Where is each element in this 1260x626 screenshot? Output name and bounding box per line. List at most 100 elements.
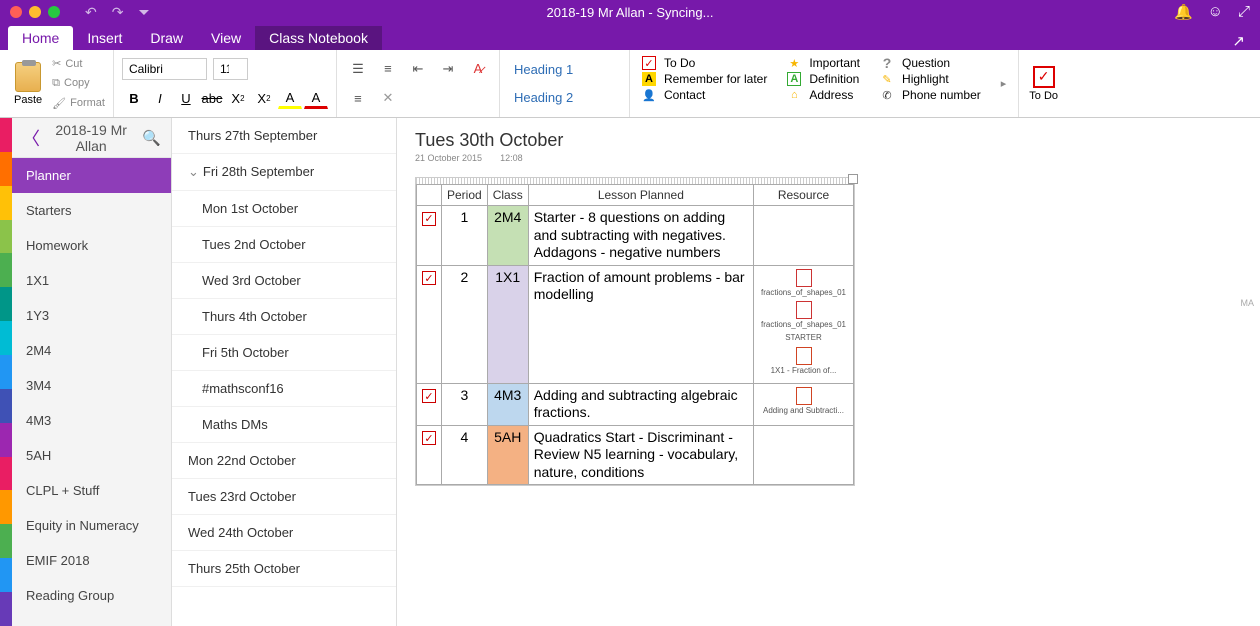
tab-draw[interactable]: Draw xyxy=(136,26,197,50)
page-item[interactable]: Wed 24th October xyxy=(172,515,396,551)
tag-contact[interactable]: 👤Contact xyxy=(642,88,767,102)
page-item[interactable]: Thurs 27th September xyxy=(172,118,396,154)
cut-button[interactable]: ✂Cut xyxy=(52,57,105,70)
note-canvas[interactable]: Tues 30th October 21 October 2015 12:08 … xyxy=(397,118,1260,626)
account-icon[interactable]: ☺ xyxy=(1208,3,1223,21)
bullets-button[interactable]: ☰ xyxy=(345,58,371,80)
resource-cell[interactable]: Adding and Subtracti... xyxy=(754,383,854,425)
outdent-button[interactable]: ⇤ xyxy=(405,58,431,80)
page-item[interactable]: Wed 3rd October xyxy=(172,263,396,299)
section-homework[interactable]: Homework xyxy=(12,228,171,263)
superscript-button[interactable]: X2 xyxy=(252,87,276,109)
lesson-cell[interactable]: Starter - 8 questions on adding and subt… xyxy=(528,206,753,266)
delete-button[interactable]: ✕ xyxy=(375,87,401,109)
section-reading-group[interactable]: Reading Group xyxy=(12,578,171,613)
share-icon[interactable]: ↗ xyxy=(1232,32,1245,50)
qat-menu-icon[interactable]: ⏷ xyxy=(138,4,149,21)
font-name-select[interactable] xyxy=(122,58,207,80)
tab-view[interactable]: View xyxy=(197,26,255,50)
subscript-button[interactable]: X2 xyxy=(226,87,250,109)
tab-home[interactable]: Home xyxy=(8,26,73,50)
minimize-window[interactable] xyxy=(29,6,41,18)
section-starters[interactable]: Starters xyxy=(12,193,171,228)
page-item[interactable]: Maths DMs xyxy=(172,407,396,443)
align-button[interactable]: ≡ xyxy=(345,87,371,109)
copy-button[interactable]: ⧉Copy xyxy=(52,77,105,90)
lesson-cell[interactable]: Quadratics Start - Discriminant - Review… xyxy=(528,425,753,485)
notifications-icon[interactable]: 🔔 xyxy=(1174,3,1193,21)
fullscreen-icon[interactable]: ⤢ xyxy=(1238,3,1250,21)
tag-important[interactable]: ★Important xyxy=(787,56,860,70)
clear-format-button[interactable]: A̷ xyxy=(465,58,491,80)
tags-more-icon[interactable]: ▸ xyxy=(1001,56,1007,111)
back-icon[interactable]: 〈 xyxy=(22,125,40,151)
resource-cell[interactable] xyxy=(754,206,854,266)
bold-button[interactable]: B xyxy=(122,87,146,109)
italic-button[interactable]: I xyxy=(148,87,172,109)
search-icon[interactable]: 🔍 xyxy=(142,129,161,147)
section-4m3[interactable]: 4M3 xyxy=(12,403,171,438)
numbering-button[interactable]: ≡ xyxy=(375,58,401,80)
planner-table[interactable]: Period Class Lesson Planned Resource ✓12… xyxy=(416,184,854,485)
page-item[interactable]: Thurs 25th October xyxy=(172,551,396,587)
section-3m4[interactable]: 3M4 xyxy=(12,368,171,403)
tag-to-do[interactable]: ✓To Do xyxy=(642,56,767,70)
section-clpl-stuff[interactable]: CLPL + Stuff xyxy=(12,473,171,508)
tag-remember-for-later[interactable]: ARemember for later xyxy=(642,72,767,86)
section-1y3[interactable]: 1Y3 xyxy=(12,298,171,333)
todo-checkbox[interactable]: ✓ xyxy=(422,389,436,403)
tag-phone-number[interactable]: ✆Phone number xyxy=(880,88,981,102)
page-item[interactable]: #mathsconf16 xyxy=(172,371,396,407)
page-item[interactable]: Mon 1st October xyxy=(172,191,396,227)
file-attachment[interactable]: Adding and Subtracti... xyxy=(759,387,848,416)
notebook-title[interactable]: 2018-19 Mr Allan xyxy=(40,122,142,154)
section-2m4[interactable]: 2M4 xyxy=(12,333,171,368)
zoom-window[interactable] xyxy=(48,6,60,18)
resource-cell[interactable]: fractions_of_shapes_01 fractions_of_shape… xyxy=(754,265,854,383)
page-item[interactable]: Tues 23rd October xyxy=(172,479,396,515)
todo-checkbox[interactable]: ✓ xyxy=(422,212,436,226)
format-painter-button[interactable]: 🖌Format xyxy=(52,97,105,110)
tag-question[interactable]: ?Question xyxy=(880,56,981,70)
highlight-button[interactable]: A xyxy=(278,87,302,109)
file-attachment[interactable]: 1X1 - Fraction of... xyxy=(759,347,848,376)
indent-button[interactable]: ⇥ xyxy=(435,58,461,80)
section-1x1[interactable]: 1X1 xyxy=(12,263,171,298)
undo-icon[interactable]: ↶ xyxy=(85,4,97,21)
resource-cell[interactable] xyxy=(754,425,854,485)
close-window[interactable] xyxy=(10,6,22,18)
table-row[interactable]: ✓45AHQuadratics Start - Discriminant - R… xyxy=(417,425,854,485)
strikethrough-button[interactable]: abc xyxy=(200,87,224,109)
tag-definition[interactable]: ADefinition xyxy=(787,72,860,86)
table-row[interactable]: ✓34M3Adding and subtracting algebraic fr… xyxy=(417,383,854,425)
style-heading1[interactable]: Heading 1 xyxy=(514,62,615,77)
tag-address[interactable]: ⌂Address xyxy=(787,88,860,102)
page-item[interactable]: Tues 2nd October xyxy=(172,227,396,263)
todo-checkbox[interactable]: ✓ xyxy=(422,431,436,445)
page-title[interactable]: Tues 30th October xyxy=(415,130,1242,151)
section-5ah[interactable]: 5AH xyxy=(12,438,171,473)
todo-checkbox-icon[interactable]: ✓ xyxy=(1033,66,1055,88)
paste-button[interactable]: Paste xyxy=(8,54,48,113)
page-item[interactable]: Mon 22nd October xyxy=(172,443,396,479)
todo-checkbox[interactable]: ✓ xyxy=(422,271,436,285)
table-row[interactable]: ✓12M4Starter - 8 questions on adding and… xyxy=(417,206,854,266)
lesson-cell[interactable]: Fraction of amount problems - bar modell… xyxy=(528,265,753,383)
note-container[interactable]: Period Class Lesson Planned Resource ✓12… xyxy=(415,177,855,486)
style-heading2[interactable]: Heading 2 xyxy=(514,90,615,105)
tag-highlight[interactable]: ✎Highlight xyxy=(880,72,981,86)
lesson-cell[interactable]: Adding and subtracting algebraic fractio… xyxy=(528,383,753,425)
section-equity-in-numeracy[interactable]: Equity in Numeracy xyxy=(12,508,171,543)
font-color-button[interactable]: A xyxy=(304,87,328,109)
font-size-select[interactable] xyxy=(213,58,248,80)
section-emif-2018[interactable]: EMIF 2018 xyxy=(12,543,171,578)
page-item[interactable]: Fri 5th October xyxy=(172,335,396,371)
tab-insert[interactable]: Insert xyxy=(73,26,136,50)
file-attachment[interactable]: fractions_of_shapes_01 xyxy=(759,301,848,330)
file-attachment[interactable]: fractions_of_shapes_01 xyxy=(759,269,848,298)
table-row[interactable]: ✓21X1Fraction of amount problems - bar m… xyxy=(417,265,854,383)
tab-class-notebook[interactable]: Class Notebook xyxy=(255,26,382,50)
page-item[interactable]: Fri 28th September xyxy=(172,154,396,191)
page-item[interactable]: Thurs 4th October xyxy=(172,299,396,335)
underline-button[interactable]: U xyxy=(174,87,198,109)
